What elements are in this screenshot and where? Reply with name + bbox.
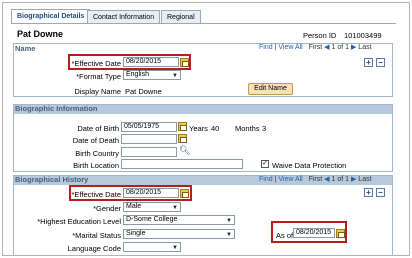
- education-value: D-Some College: [126, 216, 178, 223]
- delete-row-icon[interactable]: −: [376, 188, 385, 197]
- waive-data-protection-checkbox[interactable]: ✓: [261, 160, 269, 168]
- delete-row-icon[interactable]: −: [376, 58, 385, 67]
- last-label[interactable]: Last: [358, 44, 371, 51]
- education-select[interactable]: D-Some College ▼: [123, 215, 235, 225]
- display-name-label: Display Name: [74, 87, 121, 96]
- chevron-down-icon: ▼: [172, 245, 178, 251]
- marital-label: *Marital Status: [72, 231, 121, 240]
- calendar-icon[interactable]: [178, 122, 187, 131]
- person-id-label: Person ID: [303, 31, 337, 40]
- last-label[interactable]: Last: [358, 176, 371, 183]
- tab-divider: [11, 23, 396, 24]
- history-effective-date-input[interactable]: 08/20/2015: [123, 188, 179, 198]
- effective-date-input[interactable]: 08/20/2015: [123, 57, 179, 67]
- history-effective-date-label: *Effective Date: [71, 190, 121, 199]
- marital-value: Single: [126, 230, 146, 237]
- prev-arrow-icon[interactable]: ◀: [324, 44, 329, 51]
- format-type-value: English: [126, 71, 149, 78]
- find-link[interactable]: Find: [259, 176, 273, 183]
- birth-location-label: Birth Location: [73, 161, 119, 170]
- months-label: Months: [235, 124, 260, 133]
- page-frame: Biographical Details Contact Information…: [2, 2, 410, 256]
- calendar-icon[interactable]: [180, 189, 189, 198]
- add-row-icon[interactable]: +: [364, 188, 373, 197]
- language-select[interactable]: ▼: [123, 242, 181, 252]
- name-section-nav: Find | View All First ◀ 1 of 1 ▶ Last: [259, 44, 372, 51]
- as-of-label: As of: [276, 231, 294, 240]
- find-link[interactable]: Find: [259, 44, 273, 51]
- chevron-down-icon: ▼: [172, 205, 178, 211]
- search-icon[interactable]: 🔍︎: [179, 145, 190, 156]
- birth-country-input[interactable]: [121, 147, 177, 157]
- birth-country-label: Birth Country: [75, 149, 119, 158]
- name-section-title: Name: [15, 44, 36, 53]
- gender-label: *Gender: [93, 204, 121, 213]
- calendar-icon[interactable]: [180, 58, 189, 67]
- first-label[interactable]: First: [309, 176, 323, 183]
- calendar-icon[interactable]: [178, 134, 187, 143]
- waive-data-protection-label: Waive Data Protection: [272, 161, 347, 170]
- as-of-input[interactable]: 08/20/2015: [293, 228, 335, 238]
- tab-biographical-details[interactable]: Biographical Details: [11, 9, 91, 24]
- tab-regional[interactable]: Regional: [161, 10, 201, 24]
- birth-location-input[interactable]: [121, 159, 243, 169]
- view-all-link[interactable]: View All: [278, 44, 302, 51]
- next-arrow-icon[interactable]: ▶: [351, 44, 356, 51]
- chevron-down-icon: ▼: [172, 73, 178, 79]
- bio-history-nav: Find | View All First ◀ 1 of 1 ▶ Last: [259, 176, 372, 183]
- dob-label: Date of Birth: [77, 124, 119, 133]
- tab-contact-information[interactable]: Contact Information: [87, 10, 161, 24]
- next-arrow-icon[interactable]: ▶: [351, 176, 356, 183]
- calendar-icon[interactable]: [336, 229, 345, 238]
- effective-date-label: *Effective Date: [71, 59, 121, 68]
- person-id-value: 101003499: [344, 31, 382, 40]
- years-label: Years: [189, 124, 208, 133]
- dob-input[interactable]: 05/05/1975: [121, 122, 177, 132]
- language-label: Language Code: [67, 244, 121, 253]
- chevron-down-icon: ▼: [226, 232, 232, 238]
- chevron-down-icon: ▼: [226, 218, 232, 224]
- months-value: 3: [262, 124, 267, 133]
- prev-arrow-icon[interactable]: ◀: [324, 176, 329, 183]
- dod-input[interactable]: [121, 134, 177, 144]
- person-name: Pat Downe: [17, 29, 64, 39]
- view-all-link[interactable]: View All: [278, 176, 302, 183]
- add-row-icon[interactable]: +: [364, 58, 373, 67]
- marital-select[interactable]: Single ▼: [123, 229, 235, 239]
- row-count: 1 of 1: [331, 44, 349, 51]
- gender-value: Male: [126, 203, 142, 210]
- gender-select[interactable]: Male ▼: [123, 202, 181, 212]
- row-count: 1 of 1: [331, 176, 349, 183]
- edit-name-button[interactable]: Edit Name: [248, 83, 293, 95]
- education-label: *Highest Education Level: [37, 217, 121, 226]
- display-name-value: Pat Downe: [125, 87, 162, 96]
- first-label[interactable]: First: [309, 44, 323, 51]
- years-value: 40: [211, 124, 220, 133]
- dod-label: Date of Death: [72, 136, 119, 145]
- format-type-label: *Format Type: [76, 72, 121, 81]
- format-type-select[interactable]: English ▼: [123, 70, 181, 80]
